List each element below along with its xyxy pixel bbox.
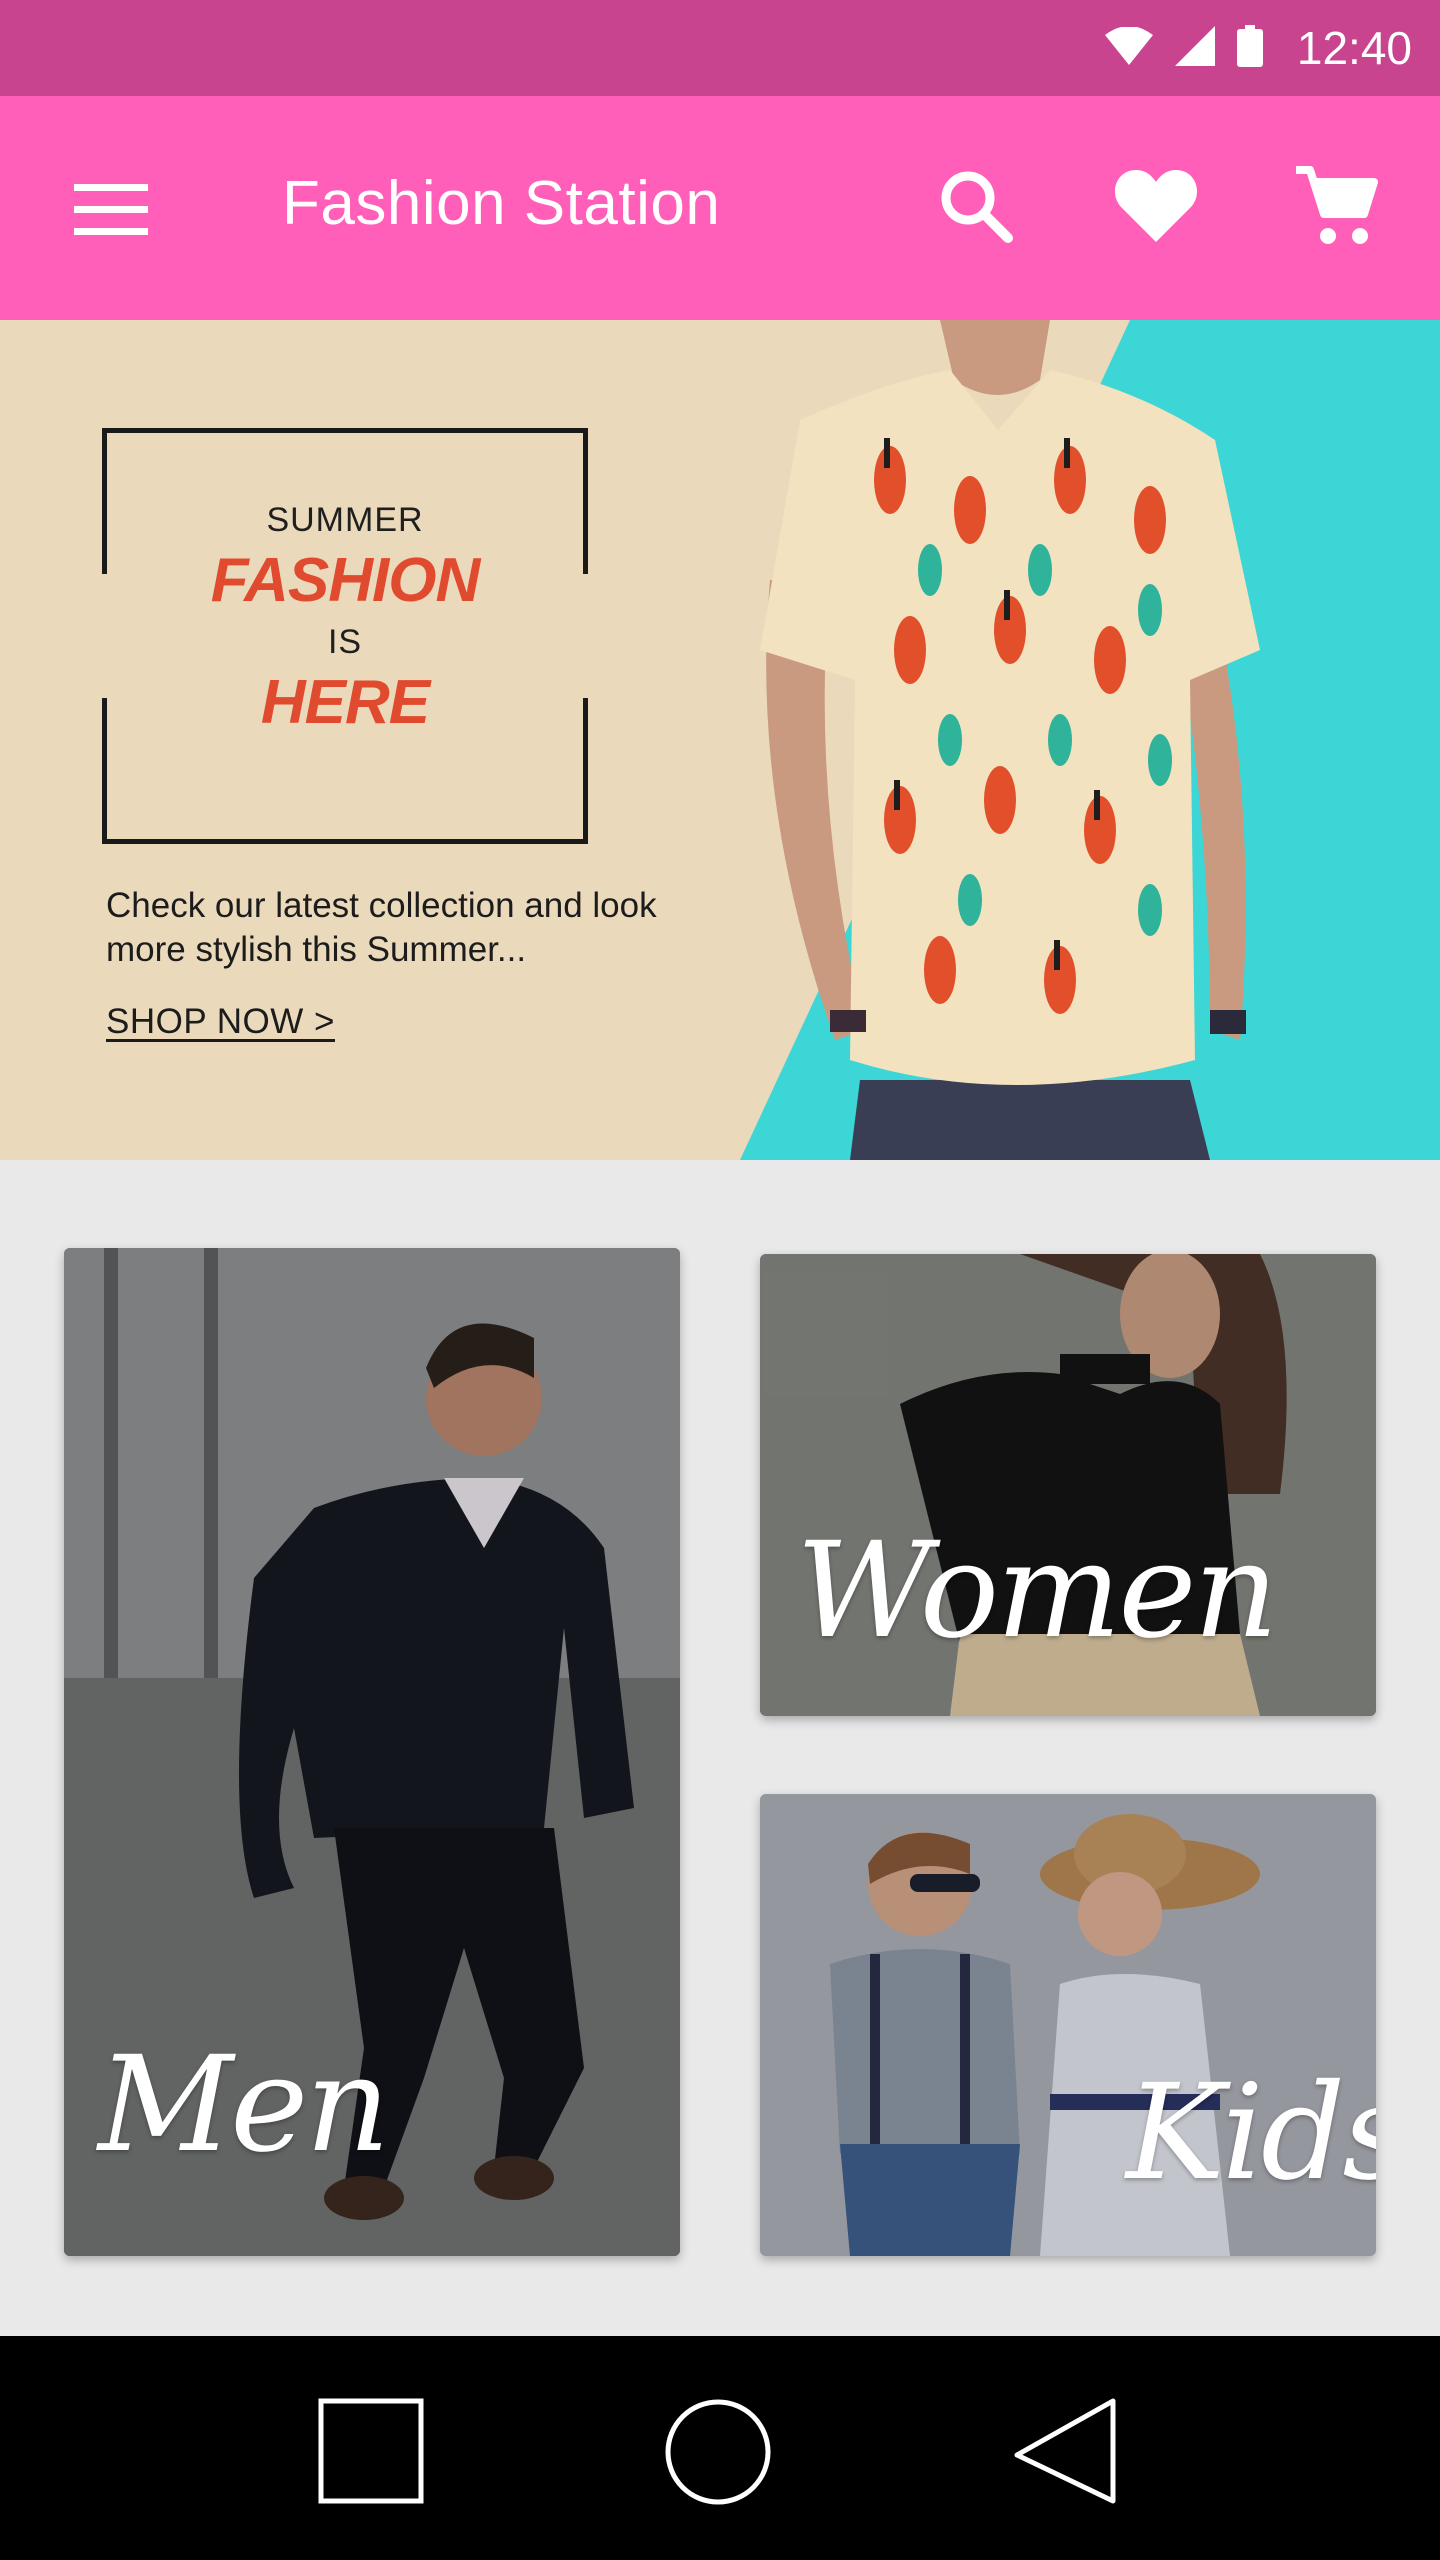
hamburger-menu-icon [74,184,148,235]
search-icon [941,171,1013,243]
menu-button[interactable] [68,174,154,246]
status-icons: 12:40 [1104,0,1412,96]
hero-line-summer: SUMMER [266,501,424,539]
category-label-men: Men [98,2028,390,2182]
category-tile-kids[interactable]: Kids [760,1794,1376,2256]
recents-icon [318,2398,424,2504]
category-tile-women[interactable]: Women [760,1254,1376,1716]
hero-banner[interactable]: SUMMER FASHION IS HERE Check our latest … [0,320,1440,1160]
battery-icon [1236,24,1263,72]
hero-frame: SUMMER FASHION IS HERE [102,428,588,844]
hero-copy: Check our latest collection and look mor… [106,886,657,969]
hero-line-fashion: FASHION [210,546,481,615]
heart-icon [1114,170,1198,242]
app-bar: Fashion Station [0,96,1440,320]
home-icon [665,2399,771,2505]
category-tile-men[interactable]: Men [64,1248,680,2256]
hero-model-image [760,320,1260,1160]
category-label-women: Women [796,1514,1278,1668]
wifi-icon [1104,25,1153,70]
hero-line-is: IS [327,623,363,661]
home-button[interactable] [658,2392,778,2512]
status-bar: 12:40 [0,0,1440,96]
app-actions [928,158,1384,254]
cell-signal-icon [1174,25,1215,71]
category-label-kids: Kids [1126,2056,1376,2210]
recents-button[interactable] [312,2392,432,2512]
cart-icon [1296,166,1378,244]
back-icon [1014,2398,1116,2504]
cart-button[interactable] [1288,158,1384,254]
back-button[interactable] [1004,2392,1124,2512]
system-nav-bar [0,2336,1440,2560]
status-time: 12:40 [1296,22,1412,74]
shop-now-link[interactable]: SHOP NOW > [106,1002,335,1042]
app-title: Fashion Station [282,169,721,238]
search-button[interactable] [928,158,1024,254]
hero-line-here: HERE [260,668,430,737]
wishlist-button[interactable] [1108,158,1204,254]
